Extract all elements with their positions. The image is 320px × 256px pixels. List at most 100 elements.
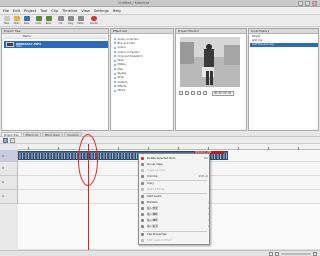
menu-item-markers[interactable]: Markers › bbox=[139, 200, 211, 205]
menu-tool[interactable]: Tool bbox=[40, 9, 47, 13]
video-frame-image bbox=[180, 37, 240, 87]
effect-icon bbox=[114, 85, 116, 88]
open-button[interactable]: Open bbox=[12, 16, 21, 26]
menu-help[interactable]: Help bbox=[113, 9, 121, 13]
monitor-timecode[interactable]: 00:00:00:00 bbox=[212, 91, 234, 96]
project-tree-column-header[interactable]: Name bbox=[3, 35, 107, 39]
undo-icon bbox=[35, 16, 42, 21]
tab-effect-stack[interactable]: Effect Stack bbox=[41, 132, 63, 137]
save-button[interactable]: Save bbox=[22, 16, 31, 26]
effect-icon bbox=[114, 63, 116, 66]
menu-item-insert-effect[interactable]: 插入效果 › bbox=[139, 206, 211, 211]
zoom-in-icon[interactable] bbox=[313, 252, 317, 256]
paste-icon bbox=[77, 16, 84, 21]
project-clip-item[interactable]: 00004847.MP4 video bbox=[4, 41, 108, 48]
group-icon bbox=[141, 163, 144, 166]
effect-icon bbox=[114, 72, 116, 75]
play-button[interactable] bbox=[191, 91, 195, 95]
fit-zoom-icon[interactable] bbox=[275, 252, 279, 256]
menu-item-ungroup[interactable]: Ungroup Clips bbox=[139, 168, 211, 173]
menu-item-insert-transition[interactable]: 插入轉場 › bbox=[139, 212, 211, 217]
video-preview bbox=[180, 37, 240, 87]
menu-item-clip-properties[interactable]: Clip Properties bbox=[139, 232, 211, 237]
cut-icon bbox=[141, 175, 144, 178]
cut-icon bbox=[57, 16, 64, 21]
menu-item-paste-effects[interactable]: Paste Effects bbox=[139, 187, 211, 192]
submenu-arrow-icon: › bbox=[207, 218, 209, 222]
menu-item-delete[interactable]: Delete Selected Item Del bbox=[139, 156, 211, 161]
menu-timeline[interactable]: Timeline bbox=[62, 9, 77, 13]
menu-file[interactable]: File bbox=[3, 9, 9, 13]
copy-icon bbox=[141, 182, 144, 185]
tab-effect-list[interactable]: Effect List bbox=[22, 132, 41, 137]
menu-item-cut-clip[interactable]: Cut Clip Shift+R bbox=[139, 174, 211, 179]
track-header-video-2[interactable]: V bbox=[0, 162, 18, 176]
razor-tool-icon[interactable] bbox=[10, 138, 15, 143]
menu-view[interactable]: View bbox=[81, 9, 90, 13]
redo-button[interactable]: Redo bbox=[44, 16, 53, 26]
close-button[interactable] bbox=[312, 1, 317, 6]
paste-icon bbox=[141, 188, 144, 191]
main-toolbar: New Open Save Undo Redo Cut Copy Paste R… bbox=[0, 15, 320, 27]
project-tree-panel: Project Tree Name 00004847.MP4 video bbox=[1, 28, 109, 131]
forward-button[interactable] bbox=[203, 91, 207, 95]
split-audio-icon bbox=[141, 195, 144, 198]
menu-item-copy[interactable]: Copy bbox=[139, 181, 211, 186]
effect-icon bbox=[114, 46, 116, 49]
effect-list-panel: Effect List Audio correction Blur and hi… bbox=[110, 28, 174, 131]
new-button[interactable]: New bbox=[2, 16, 11, 26]
menu-item-insert-track[interactable]: 插入軌道 › bbox=[139, 224, 211, 229]
properties-icon bbox=[141, 233, 144, 236]
monitor-title: Project Monitor bbox=[176, 29, 246, 34]
effect-list: Audio correction Blur and hide Colour Co… bbox=[114, 37, 172, 127]
paste-button[interactable]: Paste bbox=[76, 16, 85, 26]
copy-button[interactable]: Copy bbox=[66, 16, 75, 26]
transition-icon bbox=[141, 219, 144, 222]
cut-button[interactable]: Cut bbox=[56, 16, 65, 26]
window-title: Untitled / Kdenlive bbox=[118, 1, 150, 5]
track-header-video-1[interactable]: V bbox=[0, 150, 18, 162]
transition-icon bbox=[141, 213, 144, 216]
step-back-button[interactable] bbox=[185, 91, 189, 95]
menu-project[interactable]: Project bbox=[24, 9, 36, 13]
timeline-toolbar bbox=[0, 137, 320, 144]
snap-toggle-icon[interactable] bbox=[269, 252, 273, 256]
effect-icon bbox=[114, 68, 116, 71]
menu-item-edit-custom-effect[interactable]: Edit Custom Effect bbox=[139, 238, 211, 243]
effect-item[interactable]: Filters bbox=[114, 89, 172, 93]
undo-history-item-selected[interactable]: Add timeline clip bbox=[250, 43, 318, 47]
submenu-arrow-icon: › bbox=[207, 206, 209, 210]
menu-item-group[interactable]: Group Clips bbox=[139, 162, 211, 167]
clip-thumbnail bbox=[6, 42, 14, 47]
undo-button[interactable]: Undo bbox=[34, 16, 43, 26]
status-bar bbox=[0, 250, 320, 256]
render-button[interactable]: Render bbox=[88, 16, 100, 26]
tab-project-tree[interactable]: Project Tree bbox=[1, 132, 22, 137]
select-tool-icon[interactable] bbox=[3, 138, 8, 143]
menu-item-insert-transition-2[interactable]: 插入轉場 › bbox=[139, 218, 211, 223]
track-header-audio-2[interactable]: A bbox=[0, 190, 18, 204]
open-folder-icon bbox=[13, 16, 20, 21]
ungroup-icon bbox=[141, 169, 144, 172]
project-monitor-panel: Project Monitor 00:00:00:00 bbox=[175, 28, 247, 131]
menu-edit[interactable]: Edit bbox=[13, 9, 20, 13]
menu-bar: File Edit Project Tool Clip Timeline Vie… bbox=[0, 7, 320, 15]
zoom-slider[interactable] bbox=[281, 253, 311, 255]
menu-item-split-audio[interactable]: Split Audio bbox=[139, 194, 211, 199]
clip-context-menu: Delete Selected Item Del Group Clips Ungr… bbox=[138, 153, 210, 245]
tab-transition[interactable]: Transition bbox=[63, 132, 82, 137]
new-icon bbox=[3, 16, 10, 21]
rewind-button[interactable] bbox=[179, 91, 183, 95]
effect-icon bbox=[114, 89, 116, 92]
menu-clip[interactable]: Clip bbox=[51, 9, 58, 13]
clip-type: video bbox=[16, 45, 22, 48]
menu-settings[interactable]: Settings bbox=[94, 9, 109, 13]
track-header-audio-1[interactable]: A bbox=[0, 176, 18, 190]
maximize-button[interactable] bbox=[305, 1, 310, 6]
minimize-button[interactable] bbox=[298, 1, 303, 6]
undo-history-title: Undo History bbox=[249, 29, 318, 34]
step-forward-button[interactable] bbox=[197, 91, 201, 95]
delete-icon bbox=[141, 157, 144, 160]
project-tree-title: Project Tree bbox=[2, 29, 108, 34]
effect-icon bbox=[141, 207, 144, 210]
